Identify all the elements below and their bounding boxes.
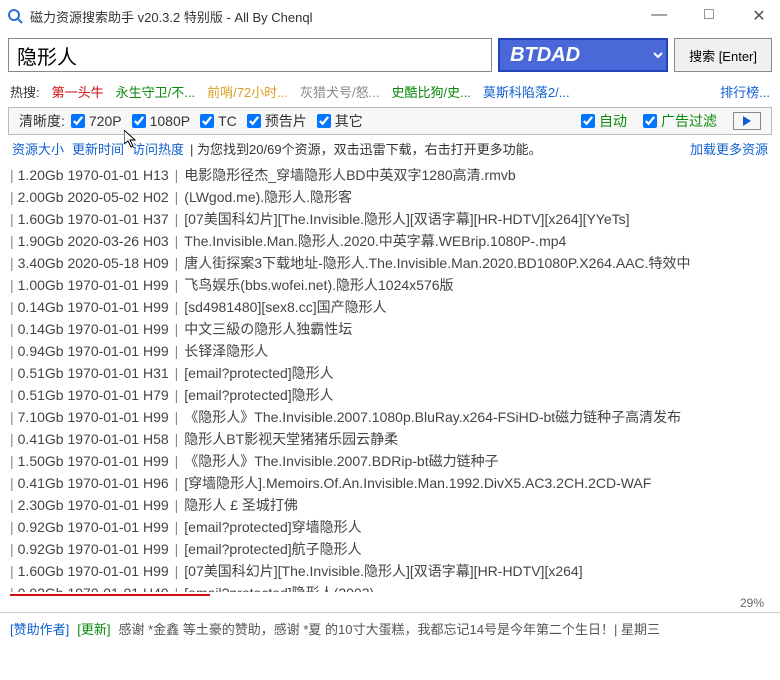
- result-list: |1.20Gb 1970-01-01 H13|电影隐形径杰_穿墙隐形人BD中英双…: [0, 162, 780, 592]
- engine-select[interactable]: BTDAD: [498, 38, 668, 72]
- result-row[interactable]: |0.92Gb 1970-01-01 H99|[email?protected]…: [10, 538, 770, 560]
- hot-link-4[interactable]: 史酷比狗/史...: [391, 82, 470, 101]
- filter-预告片[interactable]: 预告片: [247, 111, 307, 131]
- filter-720P[interactable]: 720P: [71, 113, 122, 129]
- search-button[interactable]: 搜索 [Enter]: [674, 38, 772, 72]
- play-button[interactable]: [733, 112, 761, 130]
- app-icon: [6, 7, 24, 25]
- load-more-link[interactable]: 加载更多资源: [690, 139, 768, 158]
- hot-link-5[interactable]: 莫斯科陷落2/...: [483, 82, 570, 101]
- sort-time[interactable]: 更新时间: [72, 139, 124, 158]
- result-count: | 为您找到20/69个资源，双击迅雷下载，右击打开更多功能。: [190, 139, 542, 158]
- result-row[interactable]: |0.92Gb 1970-01-01 H99|[email?protected]…: [10, 516, 770, 538]
- progress-text: 29%: [0, 596, 780, 612]
- result-row[interactable]: |1.60Gb 1970-01-01 H99|[07美国科幻片][The.Inv…: [10, 560, 770, 582]
- filter-1080P[interactable]: 1080P: [132, 113, 190, 129]
- ranking-link[interactable]: 排行榜...: [720, 82, 770, 101]
- sponsor-link[interactable]: [赞助作者]: [10, 619, 69, 638]
- result-row[interactable]: |1.20Gb 1970-01-01 H13|电影隐形径杰_穿墙隐形人BD中英双…: [10, 164, 770, 186]
- auto-checkbox[interactable]: 自动: [581, 111, 627, 131]
- hot-link-0[interactable]: 第一头牛: [52, 82, 104, 101]
- result-row[interactable]: |7.10Gb 1970-01-01 H99|《隐形人》The.Invisibl…: [10, 406, 770, 428]
- result-row[interactable]: |1.00Gb 1970-01-01 H99|飞鸟娱乐(bbs.wofei.ne…: [10, 274, 770, 296]
- result-row[interactable]: |0.14Gb 1970-01-01 H99|[sd4981480][sex8.…: [10, 296, 770, 318]
- hot-link-3[interactable]: 灰猎犬号/怒...: [300, 82, 379, 101]
- hot-label: 热搜:: [10, 82, 40, 101]
- play-icon: [743, 116, 751, 126]
- maximize-button[interactable]: □: [694, 6, 724, 26]
- filter-TC[interactable]: TC: [200, 113, 237, 129]
- result-row[interactable]: |1.60Gb 1970-01-01 H37|[07美国科幻片][The.Inv…: [10, 208, 770, 230]
- result-row[interactable]: |0.14Gb 1970-01-01 H99|中文三級の隐形人独霸性坛: [10, 318, 770, 340]
- result-row[interactable]: |0.41Gb 1970-01-01 H58|隐形人BT影视天堂猪猪乐园云静柔: [10, 428, 770, 450]
- result-row[interactable]: |1.50Gb 1970-01-01 H99|《隐形人》The.Invisibl…: [10, 450, 770, 472]
- result-row[interactable]: |2.00Gb 2020-05-02 H02|(LWgod.me).隐形人.隐形…: [10, 186, 770, 208]
- hot-link-1[interactable]: 永生守卫/不...: [116, 82, 195, 101]
- result-row[interactable]: |2.30Gb 1970-01-01 H99|隐形人 £ 圣城打佛: [10, 494, 770, 516]
- sort-heat[interactable]: 访问热度: [132, 139, 184, 158]
- result-row[interactable]: |0.94Gb 1970-01-01 H99|长铎泽隐形人: [10, 340, 770, 362]
- close-button[interactable]: ✕: [744, 6, 774, 26]
- result-row[interactable]: |0.92Gb 1970-01-01 H49|[email?protected]…: [10, 582, 770, 592]
- result-row[interactable]: |0.51Gb 1970-01-01 H79|[email?protected]…: [10, 384, 770, 406]
- result-row[interactable]: |3.40Gb 2020-05-18 H09|唐人街探案3下载地址-隐形人.Th…: [10, 252, 770, 274]
- result-row[interactable]: |0.51Gb 1970-01-01 H31|[email?protected]…: [10, 362, 770, 384]
- result-row[interactable]: |0.41Gb 1970-01-01 H96|[穿墙隐形人].Memoirs.O…: [10, 472, 770, 494]
- hot-link-2[interactable]: 前哨/72小时...: [207, 82, 288, 101]
- filter-其它[interactable]: 其它: [317, 111, 363, 131]
- result-row[interactable]: |1.90Gb 2020-03-26 H03|The.Invisible.Man…: [10, 230, 770, 252]
- window-title: 磁力资源搜索助手 v20.3.2 特别版 - All By Chenql: [30, 7, 644, 26]
- footer-msg: 感谢 *金鑫 等土豪的赞助，感谢 *夏 的10寸大蛋糕，我都忘记14号是今年第二…: [118, 619, 659, 638]
- update-link[interactable]: [更新]: [77, 619, 110, 638]
- clarity-label: 清晰度:: [19, 111, 65, 131]
- adfilter-checkbox[interactable]: 广告过滤: [643, 111, 717, 131]
- search-input[interactable]: [8, 38, 492, 72]
- minimize-button[interactable]: —: [644, 6, 674, 26]
- sort-size[interactable]: 资源大小: [12, 139, 64, 158]
